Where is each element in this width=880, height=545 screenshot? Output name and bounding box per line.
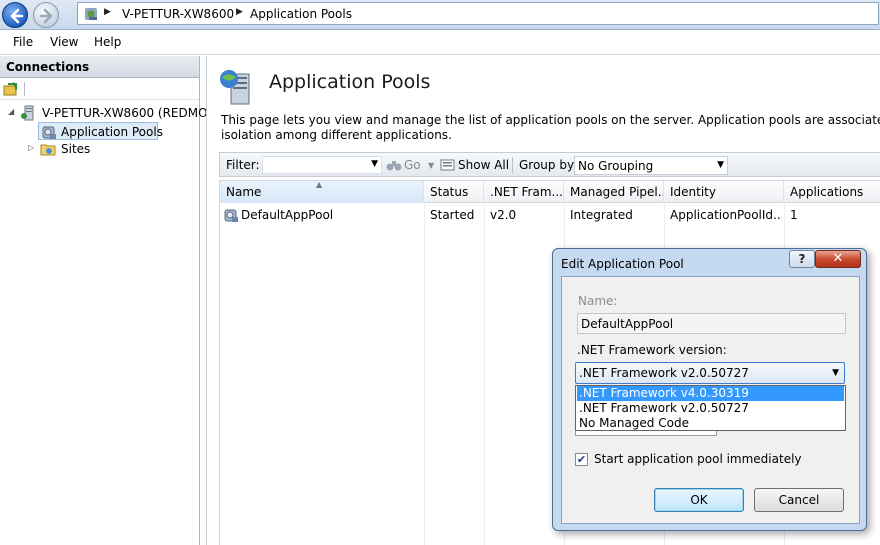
framework-select-value: .NET Framework v2.0.50727 xyxy=(579,366,749,380)
cell-status: Started xyxy=(430,208,475,222)
collapse-icon[interactable]: ◢ xyxy=(8,107,14,116)
close-icon: ✕ xyxy=(832,251,844,266)
framework-option[interactable]: .NET Framework v2.0.50727 xyxy=(577,401,844,416)
help-button[interactable]: ? xyxy=(789,250,815,268)
app-pool-icon xyxy=(42,126,56,139)
framework-dropdown-list: .NET Framework v4.0.30319 .NET Framework… xyxy=(575,385,846,431)
expand-icon[interactable]: ▷ xyxy=(28,143,34,152)
column-header-label: Identity xyxy=(670,185,716,199)
filter-label: Filter: xyxy=(226,158,260,172)
cell-managed-pipeline: Integrated xyxy=(570,208,633,222)
connect-icon[interactable] xyxy=(3,81,19,97)
menu-view[interactable]: View xyxy=(50,35,78,49)
framework-option[interactable]: .NET Framework v4.0.30319 xyxy=(577,386,844,401)
application-pools-icon xyxy=(220,70,250,105)
column-divider xyxy=(424,203,425,545)
cancel-button[interactable]: Cancel xyxy=(754,488,844,512)
column-header-label: .NET Fram... xyxy=(490,185,563,199)
tree-item-server[interactable]: ◢ V-PETTUR-XW8600 (REDMON xyxy=(6,104,217,122)
framework-version-select[interactable]: .NET Framework v2.0.50727 ▼ xyxy=(575,362,845,384)
ok-button[interactable]: OK xyxy=(654,488,744,512)
binoculars-icon xyxy=(386,161,402,171)
breadcrumb-server[interactable]: V-PETTUR-XW8600 xyxy=(122,7,234,21)
column-header-label: Name xyxy=(226,185,262,199)
menu-help[interactable]: Help xyxy=(94,35,121,49)
checkmark-icon: ✔ xyxy=(576,453,587,466)
breadcrumb-separator-icon: ▶ xyxy=(104,7,111,17)
show-all-icon xyxy=(440,159,455,171)
dialog-body: Name: DefaultAppPool .NET Framework vers… xyxy=(561,276,860,524)
menu-bar: File View Help xyxy=(0,31,880,55)
column-header-label: Applications xyxy=(790,185,864,199)
filter-input[interactable]: ▼ xyxy=(262,156,382,174)
column-header-managed-pipeline[interactable]: Managed Pipel... xyxy=(564,181,664,203)
server-icon xyxy=(21,105,34,121)
column-header-applications[interactable]: Applications xyxy=(784,181,880,203)
chevron-down-icon: ▼ xyxy=(717,160,724,170)
group-by-label: Group by: xyxy=(519,158,578,172)
connections-toolbar xyxy=(0,78,199,100)
page-description-line: This page lets you view and manage the l… xyxy=(221,113,880,127)
filter-bar: Filter: ▼ Go ▼ Show All Group by: No Gro… xyxy=(219,152,880,177)
forward-button[interactable] xyxy=(33,2,59,28)
cell-identity: ApplicationPoolId... xyxy=(670,208,782,222)
chevron-down-icon: ▼ xyxy=(832,368,839,378)
table-row[interactable]: DefaultAppPool Started v2.0 Integrated A… xyxy=(220,203,880,225)
column-divider xyxy=(484,203,485,545)
connections-header: Connections xyxy=(0,56,199,78)
sites-folder-icon xyxy=(40,144,56,156)
forward-arrow-icon xyxy=(39,8,53,24)
iis-manager-icon xyxy=(85,8,97,20)
framework-option[interactable]: No Managed Code xyxy=(577,416,844,431)
column-header-label: Status xyxy=(430,185,469,199)
menu-file[interactable]: File xyxy=(13,35,33,49)
group-by-value: No Grouping xyxy=(578,159,654,173)
breadcrumb-app-pools[interactable]: Application Pools xyxy=(250,7,352,21)
table-header: Name ▲ Status .NET Fram... Managed Pipel… xyxy=(220,181,880,203)
cell-net-framework: v2.0 xyxy=(490,208,517,222)
page-title: Application Pools xyxy=(269,71,431,93)
dialog-title: Edit Application Pool xyxy=(561,257,684,271)
app-pool-icon xyxy=(224,209,238,222)
group-by-select[interactable]: No Grouping ▼ xyxy=(574,156,728,175)
column-header-label: Managed Pipel... xyxy=(570,185,664,199)
pipeline-mode-select[interactable] xyxy=(575,431,717,436)
back-arrow-icon xyxy=(10,8,24,24)
address-bar: ▶ V-PETTUR-XW8600 ▶ Application Pools xyxy=(0,0,880,30)
page-description: This page lets you view and manage the l… xyxy=(221,113,880,143)
breadcrumb-separator-icon: ▶ xyxy=(236,7,243,17)
framework-version-label: .NET Framework version: xyxy=(577,343,727,357)
tree-item-label: Application Pools xyxy=(61,125,163,139)
close-button[interactable]: ✕ xyxy=(815,250,861,268)
sort-ascending-icon: ▲ xyxy=(316,181,323,189)
tree-item-application-pools[interactable]: Application Pools xyxy=(38,122,163,140)
start-immediately-label: Start application pool immediately xyxy=(594,452,802,466)
name-field: DefaultAppPool xyxy=(577,313,846,334)
tree-item-label: Sites xyxy=(61,142,91,156)
cell-applications: 1 xyxy=(790,208,798,222)
column-header-status[interactable]: Status xyxy=(424,181,484,203)
column-header-identity[interactable]: Identity xyxy=(664,181,784,203)
name-label: Name: xyxy=(578,294,618,308)
start-immediately-checkbox[interactable]: ✔ xyxy=(575,453,588,466)
name-field-value: DefaultAppPool xyxy=(581,317,674,331)
chevron-down-icon[interactable]: ▼ xyxy=(371,159,378,169)
column-header-net-framework[interactable]: .NET Fram... xyxy=(484,181,564,203)
toolbar-separator xyxy=(24,82,25,96)
page-description-line: isolation among different applications. xyxy=(221,128,452,142)
back-button[interactable] xyxy=(2,2,28,28)
go-dropdown-icon[interactable]: ▼ xyxy=(428,161,434,170)
cell-name: DefaultAppPool xyxy=(241,208,334,222)
connections-pane: Connections ◢ V-PETTUR-XW8600 (REDMON Ap… xyxy=(0,56,217,545)
toolbar-separator xyxy=(512,157,513,173)
go-button[interactable]: Go xyxy=(404,158,421,172)
tree-item-sites[interactable]: ▷ Sites xyxy=(26,140,146,158)
tree-item-label: V-PETTUR-XW8600 (REDMON xyxy=(42,106,217,120)
column-header-name[interactable]: Name ▲ xyxy=(220,181,424,203)
breadcrumb[interactable]: ▶ V-PETTUR-XW8600 ▶ Application Pools xyxy=(77,2,879,25)
show-all-button[interactable]: Show All xyxy=(458,158,509,172)
edit-application-pool-dialog: Edit Application Pool ? ✕ Name: DefaultA… xyxy=(552,248,867,531)
